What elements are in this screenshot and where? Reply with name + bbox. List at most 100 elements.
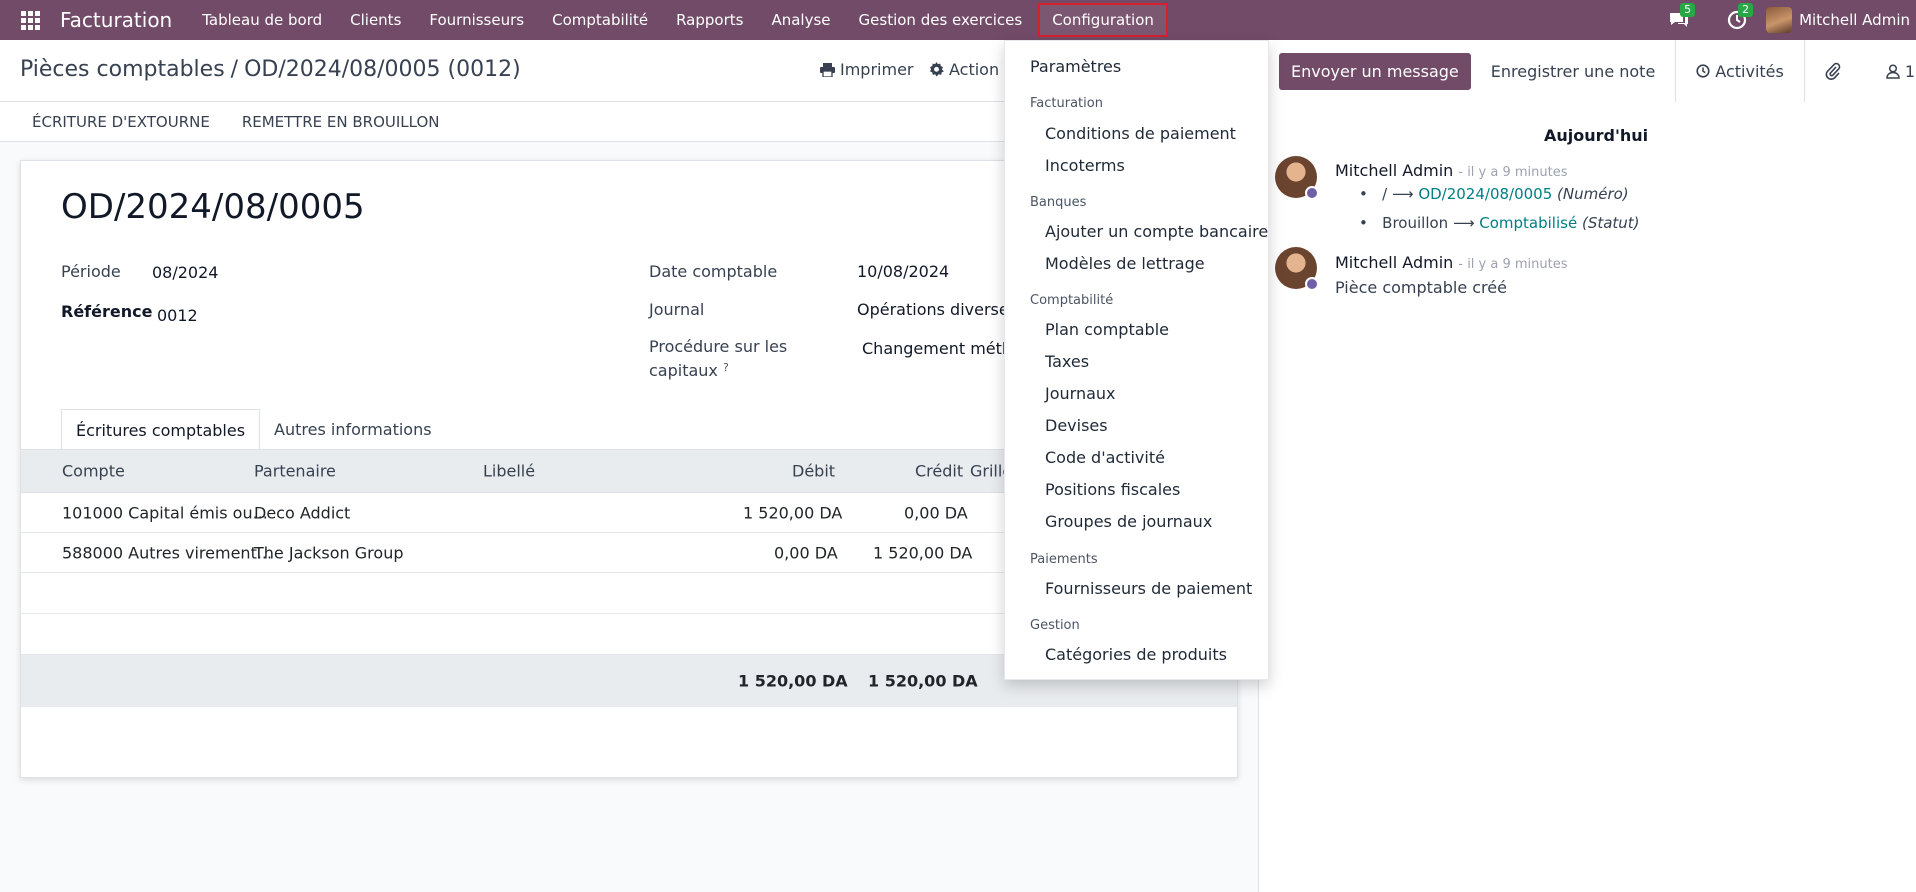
user-icon: [1886, 63, 1900, 79]
message-time: - il y a 9 minutes: [1458, 257, 1568, 272]
today-separator: Aujourd'hui: [1544, 126, 1649, 145]
message-body: Pièce comptable créé: [1335, 278, 1507, 297]
log-note-button[interactable]: Enregistrer une note: [1471, 40, 1676, 102]
old-value: /: [1382, 185, 1388, 203]
breadcrumb-parent[interactable]: Pièces comptables: [20, 57, 225, 82]
arrow-right-icon: ⟶: [1452, 214, 1475, 232]
message-time: - il y a 9 minutes: [1458, 165, 1568, 180]
activities-button[interactable]: 2: [1708, 0, 1766, 40]
journal-value[interactable]: Opérations diverses: [857, 300, 1017, 319]
menu-conditions-paiement[interactable]: Conditions de paiement: [1045, 124, 1236, 143]
menu-parametres[interactable]: Paramètres: [1030, 57, 1121, 76]
menu-code-activite[interactable]: Code d'activité: [1045, 448, 1165, 467]
header-credit[interactable]: Crédit: [915, 462, 963, 481]
top-navbar: Facturation Tableau de bord Clients Four…: [0, 0, 1916, 40]
action-label: Action: [949, 60, 1000, 79]
chatter-topbar: Envoyer un message Enregistrer une note …: [1259, 40, 1916, 102]
header-compte[interactable]: Compte: [62, 462, 125, 481]
menu-positions-fiscales[interactable]: Positions fiscales: [1045, 480, 1180, 499]
app-brand[interactable]: Facturation: [60, 8, 172, 32]
followers-button[interactable]: 1: [1866, 40, 1916, 102]
menu-plan-comptable[interactable]: Plan comptable: [1045, 320, 1169, 339]
message-author[interactable]: Mitchell Admin: [1335, 253, 1453, 272]
row-debit: 0,00 DA: [774, 543, 838, 562]
user-name: Mitchell Admin: [1799, 11, 1910, 29]
menu-journaux[interactable]: Journaux: [1045, 384, 1116, 403]
action-button[interactable]: Action: [929, 60, 999, 79]
procedure-value[interactable]: Changement métho: [862, 339, 1022, 358]
attachments-button[interactable]: [1803, 40, 1866, 102]
periode-label: Période: [61, 262, 121, 281]
row-partenaire: The Jackson Group: [254, 543, 404, 562]
reference-value[interactable]: 0012: [157, 306, 198, 325]
reference-label: Référence: [61, 302, 153, 321]
send-message-button[interactable]: Envoyer un message: [1279, 52, 1471, 90]
apps-grid-icon[interactable]: [0, 0, 60, 40]
menu-incoterms[interactable]: Incoterms: [1045, 156, 1125, 175]
print-button[interactable]: Imprimer: [820, 60, 914, 79]
menu-tableau-de-bord[interactable]: Tableau de bord: [188, 0, 336, 40]
menu-rapports[interactable]: Rapports: [662, 0, 757, 40]
menu-modeles-lettrage[interactable]: Modèles de lettrage: [1045, 254, 1205, 273]
header-libelle[interactable]: Libellé: [483, 462, 535, 481]
message-header: Mitchell Admin - il y a 9 minutes: [1335, 161, 1568, 180]
menu-taxes[interactable]: Taxes: [1045, 352, 1089, 371]
notebook-tabs: Écritures comptables Autres informations: [61, 409, 446, 450]
menu-fournisseurs-paiement[interactable]: Fournisseurs de paiement: [1045, 579, 1252, 598]
bullet: •: [1359, 185, 1368, 203]
date-comptable-value[interactable]: 10/08/2024: [857, 262, 949, 281]
user-menu[interactable]: Mitchell Admin: [1766, 7, 1916, 33]
header-debit[interactable]: Débit: [792, 462, 835, 481]
tab-autres-informations[interactable]: Autres informations: [260, 409, 446, 450]
messages-button[interactable]: 5: [1650, 0, 1708, 40]
section-banques: Banques: [1030, 195, 1087, 210]
message-header: Mitchell Admin - il y a 9 minutes: [1335, 253, 1568, 272]
old-value: Brouillon: [1382, 214, 1449, 232]
followers-count: 1: [1904, 61, 1916, 81]
tab-ecritures-comptables[interactable]: Écritures comptables: [61, 409, 261, 450]
date-comptable-label: Date comptable: [649, 262, 778, 281]
printer-icon: [820, 62, 835, 77]
menu-categories-produits[interactable]: Catégories de produits: [1045, 645, 1227, 664]
menu-fournisseurs[interactable]: Fournisseurs: [415, 0, 538, 40]
breadcrumb-current: OD/2024/08/0005 (0012): [244, 57, 521, 82]
author-avatar[interactable]: [1275, 156, 1319, 200]
row-partenaire: Deco Addict: [254, 503, 351, 522]
tracking-line-statut: • Brouillon ⟶ Comptabilisé (Statut): [1359, 214, 1640, 232]
message-author[interactable]: Mitchell Admin: [1335, 161, 1453, 180]
reverse-entry-button[interactable]: Écriture d'extourne: [16, 113, 226, 131]
author-avatar[interactable]: [1275, 247, 1319, 291]
breadcrumb: Pièces comptables / OD/2024/08/0005 (0012): [20, 57, 521, 82]
total-credit: 1 520,00 DA: [868, 671, 978, 691]
total-debit: 1 520,00 DA: [738, 671, 848, 691]
menu-gestion-exercices[interactable]: Gestion des exercices: [845, 0, 1037, 40]
paperclip-icon: [1825, 62, 1841, 80]
tracking-line-numero: • / ⟶ OD/2024/08/0005 (Numéro): [1359, 185, 1629, 203]
menu-clients[interactable]: Clients: [336, 0, 415, 40]
new-value-link[interactable]: OD/2024/08/0005: [1418, 185, 1552, 203]
procedure-label-text: capitaux: [649, 361, 718, 380]
activities-chatter-button[interactable]: Activités: [1675, 40, 1804, 102]
menu-comptabilite[interactable]: Comptabilité: [538, 0, 662, 40]
messages-count-badge: 5: [1680, 3, 1696, 17]
help-icon[interactable]: ?: [723, 361, 729, 374]
menu-configuration[interactable]: Configuration: [1038, 3, 1168, 37]
reset-to-draft-button[interactable]: Remettre en brouillon: [226, 113, 456, 131]
header-partenaire[interactable]: Partenaire: [254, 462, 336, 481]
procedure-label-line2: capitaux ?: [649, 361, 729, 380]
print-label: Imprimer: [840, 60, 914, 79]
section-comptabilite: Comptabilité: [1030, 293, 1114, 308]
entry-title: OD/2024/08/0005: [61, 187, 365, 227]
presence-dot: [1305, 186, 1319, 200]
row-credit: 0,00 DA: [904, 503, 968, 522]
periode-value[interactable]: 08/2024: [152, 263, 218, 282]
new-value-link[interactable]: Comptabilisé: [1479, 214, 1577, 232]
activities-label: Activités: [1715, 61, 1784, 81]
menu-analyse[interactable]: Analyse: [757, 0, 844, 40]
menu-groupes-journaux[interactable]: Groupes de journaux: [1045, 512, 1212, 531]
row-compte: 101000 Capital émis ou...: [62, 503, 268, 522]
section-gestion: Gestion: [1030, 618, 1080, 633]
menu-ajouter-compte-bancaire[interactable]: Ajouter un compte bancaire: [1045, 222, 1268, 241]
procedure-label-line1: Procédure sur les: [649, 337, 788, 356]
menu-devises[interactable]: Devises: [1045, 416, 1108, 435]
